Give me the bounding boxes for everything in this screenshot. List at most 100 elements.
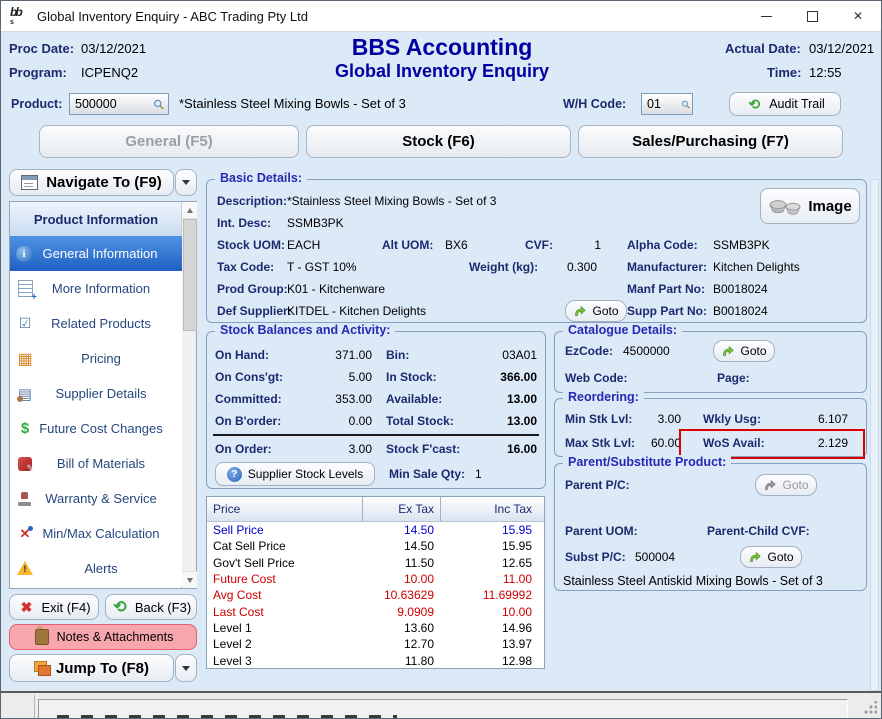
notes-attachments-label: Notes & Attachments	[56, 630, 174, 644]
subst-goto-button[interactable]: Goto	[740, 546, 802, 568]
sidebar-item-related-products[interactable]: Related Products	[10, 306, 182, 342]
weight-value: 0.300	[566, 260, 597, 274]
sidebar-item-supplier-details[interactable]: Supplier Details	[10, 376, 182, 412]
tab-stock[interactable]: Stock (F6)	[306, 125, 571, 158]
on-hand-label: On Hand:	[215, 348, 269, 362]
price-table-header: Price Ex Tax Inc Tax	[207, 497, 544, 522]
title-bar: Global Inventory Enquiry - ABC Trading P…	[1, 1, 881, 32]
sidebar-item-minmax-calculation[interactable]: Min/Max Calculation	[10, 516, 182, 552]
table-row: Cat Sell Price 14.50 15.95	[213, 539, 532, 554]
image-button[interactable]: Image	[760, 188, 860, 224]
main-scrollbar[interactable]	[870, 179, 879, 691]
weight-label: Weight (kg):	[469, 260, 539, 274]
resize-grip[interactable]	[863, 701, 877, 715]
sidebar-item-pricing[interactable]: Pricing	[10, 341, 182, 377]
checklist-icon	[16, 315, 34, 333]
exit-button[interactable]: Exit (F4)	[9, 594, 99, 620]
reordering-section: Reordering: Min Stk Lvl: 3.00 Wkly Usg: …	[554, 390, 867, 459]
folders-icon	[33, 661, 51, 676]
manf-part-label: Manf Part No:	[627, 282, 705, 296]
max-stk-label: Max Stk Lvl:	[565, 436, 636, 450]
sidebar-item-label: Alerts	[84, 561, 118, 576]
form-icon	[21, 175, 39, 190]
sidebar-item-alerts[interactable]: Alerts	[10, 551, 182, 586]
parent-goto-button[interactable]: Goto	[755, 474, 817, 496]
supplier-stock-levels-button[interactable]: Supplier Stock Levels	[215, 462, 375, 486]
back-label: Back (F3)	[134, 599, 192, 615]
catalogue-goto-button[interactable]: Goto	[713, 340, 775, 362]
tab-general[interactable]: General (F5)	[39, 125, 299, 158]
navigate-to-button[interactable]: Navigate To (F9)	[9, 169, 174, 196]
audit-trail-button[interactable]: Audit Trail	[729, 92, 841, 116]
committed-value: 353.00	[335, 392, 372, 406]
back-button[interactable]: Back (F3)	[105, 594, 197, 620]
sidebar-scrollbar[interactable]	[181, 202, 197, 588]
goto-arrow-icon	[723, 345, 735, 356]
total-stock-value: 13.00	[506, 414, 537, 428]
alt-uom-label: Alt UOM:	[382, 238, 434, 252]
scroll-down-icon[interactable]	[182, 571, 197, 588]
jump-to-dropdown-arrow[interactable]	[175, 654, 197, 682]
int-desc-label: Int. Desc:	[217, 216, 272, 230]
manufacturer-value: Kitchen Delights	[713, 260, 800, 274]
sidebar-item-general-information[interactable]: General Information	[10, 236, 182, 272]
navigation-list-header: Product Information	[10, 202, 182, 237]
table-row: Future Cost 10.00 11.00	[213, 572, 532, 587]
product-label: Product:	[11, 97, 63, 111]
sidebar-item-label: Pricing	[81, 351, 121, 366]
max-stk-value: 60.00	[650, 436, 681, 450]
close-button[interactable]	[835, 1, 881, 31]
scroll-up-icon[interactable]	[182, 202, 197, 219]
subst-pc-label: Subst P/C:	[565, 550, 626, 564]
stock-row: Committed: 353.00 Available: 13.00	[207, 388, 545, 410]
navigate-to-label: Navigate To (F9)	[46, 174, 162, 191]
sidebar-item-bill-of-materials[interactable]: Bill of Materials	[10, 446, 182, 482]
question-icon	[226, 466, 242, 482]
price-table: Price Ex Tax Inc Tax Sell Price 14.50 15.9…	[206, 496, 545, 669]
on-consgt-value: 5.00	[348, 370, 372, 384]
stock-uom-label: Stock UOM:	[217, 238, 286, 252]
sidebar-item-more-information[interactable]: More Information	[10, 271, 182, 307]
maximize-button[interactable]	[789, 1, 835, 31]
notes-attachments-button[interactable]: Notes & Attachments	[9, 624, 197, 650]
tax-code-label: Tax Code:	[217, 260, 275, 274]
search-icon[interactable]	[681, 97, 690, 112]
page-label: Page:	[717, 371, 750, 385]
search-icon[interactable]	[153, 97, 165, 112]
product-input[interactable]	[70, 97, 154, 111]
exit-x-icon	[17, 598, 35, 616]
scrollbar-thumb[interactable]	[183, 219, 197, 331]
sidebar-item-label: Related Products	[51, 316, 151, 331]
minimize-button[interactable]	[743, 1, 789, 31]
supplier-goto-button[interactable]: Goto	[565, 300, 627, 322]
wh-code-input[interactable]	[642, 97, 681, 111]
sidebar-item-future-cost-changes[interactable]: Future Cost Changes	[10, 411, 182, 447]
table-row: Sell Price 14.50 15.95	[213, 523, 532, 538]
sidebar-item-warranty-service[interactable]: Warranty & Service	[10, 481, 182, 517]
reordering-title: Reordering:	[563, 390, 644, 404]
total-stock-label: Total Stock:	[386, 414, 454, 428]
exit-label: Exit (F4)	[41, 599, 91, 615]
parent-uom-label: Parent UOM:	[565, 524, 638, 538]
status-divider	[34, 695, 35, 718]
ex-tax-column-header: Ex Tax	[362, 497, 440, 521]
cvf-value: 1	[594, 238, 601, 252]
manf-part-value: B0018024	[713, 282, 768, 296]
stock-balances-title: Stock Balances and Activity:	[215, 323, 396, 337]
stock-row: On Cons'gt: 5.00 In Stock: 366.00	[207, 366, 545, 388]
def-supplier-label: Def Supplier:	[217, 304, 292, 318]
wkly-usg-value: 6.107	[817, 412, 848, 426]
table-row: Gov't Sell Price 11.50 12.65	[213, 555, 532, 570]
tab-sales-purchasing[interactable]: Sales/Purchasing (F7)	[578, 125, 843, 158]
goto-label: Goto	[592, 304, 619, 318]
price-column-header: Price	[213, 502, 241, 516]
supplier-stock-levels-label: Supplier Stock Levels	[247, 467, 364, 481]
jump-to-button[interactable]: Jump To (F8)	[9, 654, 174, 682]
prod-group-value: K01 - Kitchenware	[287, 282, 386, 296]
recycle-icon	[745, 95, 763, 113]
supplier-icon	[16, 385, 34, 403]
navigate-to-dropdown-arrow[interactable]	[175, 169, 197, 196]
stock-row: On B'order: 0.00 Total Stock: 13.00	[207, 410, 545, 432]
def-supplier-value: KITDEL - Kitchen Delights	[287, 304, 426, 318]
screen-title: Global Inventory Enquiry	[334, 61, 550, 81]
